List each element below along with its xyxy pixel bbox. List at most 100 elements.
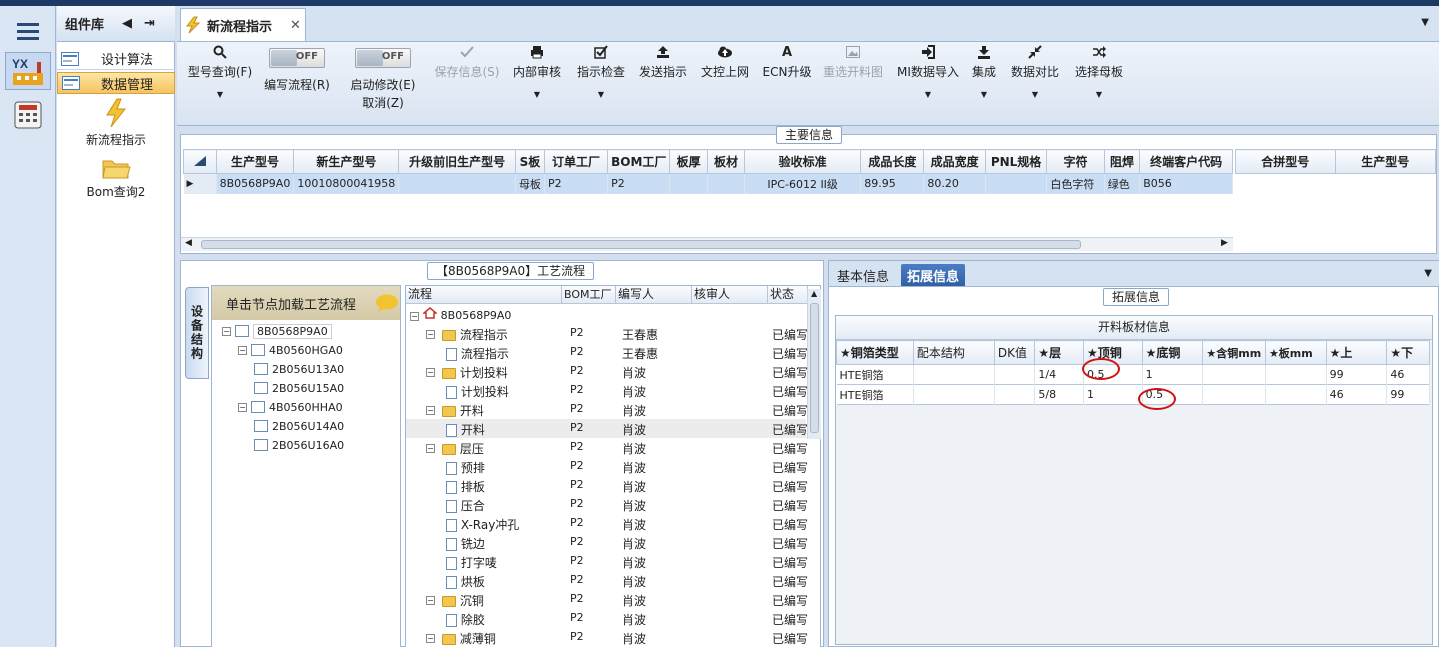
flow-row[interactable]: 流程指示 P2 王春惠 已编写 (406, 343, 808, 362)
cell[interactable]: 1/4 (1034, 364, 1084, 385)
expand-icon[interactable]: − (426, 596, 435, 605)
cell[interactable]: 1 (1142, 364, 1204, 385)
collapse-left-icon[interactable]: ◀ (122, 16, 132, 31)
integrate-button[interactable]: 集成 ▼ (967, 42, 1001, 99)
cell[interactable]: 46 (1326, 384, 1388, 405)
expand-icon[interactable]: − (426, 634, 435, 643)
cell[interactable]: 绿色 (1104, 173, 1141, 194)
column-header[interactable]: ★含铜mm (1202, 340, 1266, 365)
tab-dropdown-icon[interactable]: ▼ (1424, 268, 1432, 279)
table-row[interactable]: HTE铜箔 5/8 1 0.5 46 99 (836, 384, 1430, 405)
mi-data-import-button[interactable]: MI数据导入 ▼ (893, 42, 963, 99)
column-header[interactable]: 核审人 (692, 286, 768, 304)
column-header[interactable]: ★层 (1034, 340, 1084, 365)
cell[interactable]: 99 (1326, 364, 1388, 385)
flow-row[interactable]: 开料 P2 肖波 已编写 (406, 419, 808, 438)
scroll-up-icon[interactable]: ▲ (811, 289, 817, 298)
column-header[interactable]: 订单工厂 (543, 149, 609, 174)
column-header[interactable]: BOM工厂 (562, 286, 616, 304)
tree-node[interactable]: 2B056U16A0 (254, 436, 344, 454)
expand-icon[interactable]: − (426, 368, 435, 377)
flow-row[interactable]: − 减薄铜 P2 肖波 已编写 (406, 628, 808, 647)
column-header[interactable]: 合拼型号 (1235, 149, 1336, 174)
flow-row[interactable]: 排板 P2 肖波 已编写 (406, 476, 808, 495)
cell[interactable]: 母板 (515, 173, 545, 194)
cell[interactable] (1202, 384, 1266, 405)
flow-row[interactable]: − 层压 P2 肖波 已编写 (406, 438, 808, 457)
table-row[interactable]: ▶ 8B0568P9A0 10010800041958 母板 P2 P2 IPC… (183, 173, 1233, 194)
cell[interactable]: 5/8 (1034, 384, 1084, 405)
cell[interactable]: 10010800041958 (293, 173, 400, 194)
cell[interactable]: 80.20 (923, 173, 986, 194)
vertical-scrollbar[interactable]: ▲ (807, 289, 821, 439)
cell[interactable]: B056 (1139, 173, 1233, 194)
cell[interactable] (994, 384, 1036, 405)
cell[interactable]: 白色字符 (1046, 173, 1105, 194)
column-header[interactable]: 字符 (1046, 149, 1105, 174)
edit-flow-toggle[interactable]: OFF 编写流程(R) (261, 42, 333, 93)
flow-row[interactable]: 除胶 P2 肖波 已编写 (406, 609, 808, 628)
flow-row[interactable]: 压合 P2 肖波 已编写 (406, 495, 808, 514)
component-item-design-algorithm[interactable]: 设计算法 (57, 48, 175, 70)
column-header[interactable]: 生产型号 (215, 149, 295, 174)
flow-row[interactable]: − 开料 P2 肖波 已编写 (406, 400, 808, 419)
tab-device-structure[interactable]: 设备结构 (185, 287, 209, 379)
flow-row[interactable]: X-Ray冲孔 P2 肖波 已编写 (406, 514, 808, 533)
column-header[interactable]: 流程 (406, 286, 562, 304)
cell[interactable]: P2 (544, 173, 609, 194)
flow-row[interactable]: 打字唛 P2 肖波 已编写 (406, 552, 808, 571)
doc-online-button[interactable]: 文控上网 (699, 42, 751, 80)
table-row[interactable]: HTE铜箔 1/4 0.5 1 99 46 (836, 364, 1430, 385)
column-header[interactable]: 终端客户代码 (1139, 149, 1233, 174)
data-compare-button[interactable]: 数据对比 ▼ (1009, 42, 1061, 99)
cell[interactable]: IPC-6012 II级 (744, 173, 862, 194)
column-header[interactable]: ★板mm (1264, 340, 1327, 365)
model-query-button[interactable]: 型号查询(F) ▼ (184, 42, 256, 99)
column-header[interactable]: BOM工厂 (607, 149, 671, 174)
column-header[interactable]: DK值 (993, 340, 1036, 365)
cell[interactable] (1265, 364, 1327, 385)
flow-row[interactable]: 预排 P2 肖波 已编写 (406, 457, 808, 476)
flow-row[interactable]: − 沉铜 P2 肖波 已编写 (406, 590, 808, 609)
pin-icon[interactable]: ⇥ (144, 16, 155, 31)
send-instruction-button[interactable]: 发送指示 (637, 42, 689, 80)
reselect-cut-drawing-button[interactable]: 重选开料图 (821, 42, 885, 80)
yx-factory-icon[interactable]: YX (5, 52, 51, 90)
column-header[interactable]: 成品宽度 (923, 149, 986, 174)
save-info-button[interactable]: 保存信息(S) (431, 42, 503, 80)
column-header[interactable]: 配本结构 (912, 340, 995, 365)
tree-node[interactable]: −8B0568P9A0 (222, 322, 332, 340)
cell[interactable]: 99 (1386, 384, 1430, 405)
flow-row[interactable]: 烘板 P2 肖波 已编写 (406, 571, 808, 590)
cell[interactable]: 8B0568P9A0 (216, 173, 295, 194)
cell[interactable]: 1 (1083, 384, 1143, 405)
scroll-left-icon[interactable]: ◀ (185, 238, 192, 248)
instruction-check-button[interactable]: 指示检查 ▼ (575, 42, 627, 99)
cell[interactable] (1265, 384, 1327, 405)
column-header[interactable]: 阻焊 (1103, 149, 1141, 174)
flow-row[interactable]: 铣边 P2 肖波 已编写 (406, 533, 808, 552)
menu-icon[interactable] (5, 12, 51, 50)
column-header[interactable]: ★下 (1386, 340, 1430, 365)
tile-bom-query[interactable]: Bom查询2 (57, 156, 175, 200)
cell[interactable]: HTE铜箔 (836, 384, 914, 405)
tab-dropdown-icon[interactable]: ▼ (1421, 17, 1429, 28)
column-header[interactable]: ★铜箔类型 (836, 340, 914, 365)
column-header[interactable]: 生产型号 (1334, 149, 1436, 174)
column-header[interactable]: S板 (514, 149, 545, 174)
column-header[interactable]: 升级前旧生产型号 (398, 149, 516, 174)
tree-node[interactable]: −4B0560HHA0 (238, 398, 343, 416)
cell[interactable] (985, 173, 1048, 194)
tab-extended-info[interactable]: 拓展信息 (901, 264, 966, 286)
column-header[interactable]: PNL规格 (984, 149, 1048, 174)
scroll-thumb[interactable] (201, 240, 1081, 249)
start-modify-toggle[interactable]: OFF 启动修改(E) 取消(Z) (345, 42, 421, 111)
column-header[interactable]: 编写人 (616, 286, 692, 304)
cell[interactable]: HTE铜箔 (836, 364, 914, 385)
internal-review-button[interactable]: 内部审核 ▼ (511, 42, 563, 99)
tab-new-process[interactable]: 新流程指示 ✕ (180, 8, 306, 41)
close-icon[interactable]: ✕ (290, 18, 301, 33)
cell[interactable]: P2 (607, 173, 671, 194)
tile-new-process[interactable]: 新流程指示 (57, 98, 175, 148)
ecn-upgrade-button[interactable]: A ECN升级 (761, 42, 813, 80)
